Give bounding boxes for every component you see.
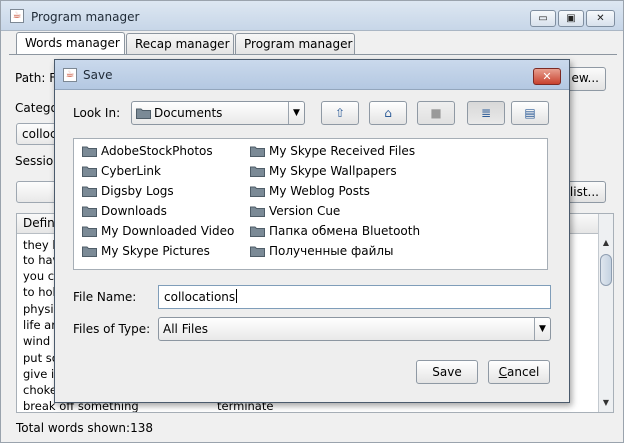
list-item[interactable]: CyberLink: [79, 162, 161, 180]
dialog-title: Save: [83, 68, 113, 82]
column-header-definition[interactable]: Defini: [23, 214, 58, 233]
cancel-button[interactable]: Cancel: [488, 360, 550, 384]
scroll-thumb[interactable]: [600, 254, 612, 286]
list-item[interactable]: My Downloaded Video: [79, 222, 234, 240]
list-item[interactable]: Папка обмена Bluetooth: [247, 222, 420, 240]
folder-icon: [82, 205, 97, 217]
up-arrow-icon: ⇧: [334, 106, 346, 120]
list-item[interactable]: My Skype Wallpapers: [247, 162, 397, 180]
minimize-button[interactable]: ▭: [530, 10, 556, 27]
session-combo[interactable]: [16, 181, 58, 203]
up-folder-button[interactable]: ⇧: [321, 101, 359, 125]
list-item[interactable]: My Skype Pictures: [79, 242, 210, 260]
tab-program-manager[interactable]: Program manager: [235, 33, 355, 55]
dialog-titlebar[interactable]: ☕ Save ✕: [55, 60, 569, 90]
cancel-mnemonic: C: [498, 365, 508, 379]
list-view-icon: ≣: [480, 106, 492, 120]
table-vertical-scrollbar[interactable]: ▲ ▼: [598, 214, 613, 412]
folder-icon: [250, 245, 265, 257]
folder-icon: [136, 107, 151, 119]
list-item[interactable]: Downloads: [79, 202, 167, 220]
folder-icon: [82, 245, 97, 257]
home-button[interactable]: ⌂: [369, 101, 407, 125]
folder-icon: [250, 145, 265, 157]
list-item[interactable]: Полученные файлы: [247, 242, 394, 260]
java-app-icon: ☕: [10, 9, 24, 23]
path-label: Path: F:: [15, 71, 60, 85]
file-name-label: File Name:: [73, 290, 137, 304]
file-name-input[interactable]: collocations: [158, 285, 551, 309]
look-in-label: Look In:: [73, 106, 121, 120]
dialog-close-button[interactable]: ✕: [533, 68, 561, 85]
details-view-icon: ▤: [524, 106, 536, 120]
file-name-value: collocations: [164, 290, 236, 304]
look-in-value: Documents: [154, 106, 223, 120]
files-of-type-label: Files of Type:: [73, 322, 151, 336]
list-item[interactable]: Version Cue: [247, 202, 340, 220]
new-folder-icon: ■: [430, 106, 442, 120]
list-item[interactable]: My Skype Received Files: [247, 142, 415, 160]
new-folder-button[interactable]: ■: [417, 101, 455, 125]
folder-icon: [250, 205, 265, 217]
status-total-words: Total words shown:138: [16, 421, 153, 435]
session-label: Sessio: [15, 154, 54, 168]
list-view-button[interactable]: ≣: [467, 101, 505, 125]
look-in-combo[interactable]: Documents ▼: [131, 101, 305, 125]
list-item[interactable]: My Weblog Posts: [247, 182, 370, 200]
list-item[interactable]: AdobeStockPhotos: [79, 142, 213, 160]
folder-icon: [82, 225, 97, 237]
chevron-down-icon[interactable]: ▼: [534, 318, 550, 340]
files-of-type-value: All Files: [163, 322, 209, 336]
cancel-label-rest: ancel: [507, 365, 540, 379]
close-button[interactable]: ✕: [586, 10, 615, 27]
chevron-down-icon[interactable]: ▼: [288, 102, 304, 124]
scroll-down-icon[interactable]: ▼: [599, 396, 613, 410]
details-view-button[interactable]: ▤: [511, 101, 549, 125]
category-combo[interactable]: colloc: [16, 123, 58, 145]
java-app-icon: ☕: [63, 68, 77, 82]
list-item[interactable]: Digsby Logs: [79, 182, 174, 200]
tab-recap-manager[interactable]: Recap manager: [126, 33, 234, 55]
save-button[interactable]: Save: [416, 360, 478, 384]
text-caret: [236, 289, 238, 303]
folder-icon: [250, 225, 265, 237]
home-icon: ⌂: [384, 106, 392, 120]
files-of-type-combo[interactable]: All Files ▼: [158, 317, 551, 341]
maximize-button[interactable]: ▣: [558, 10, 584, 27]
save-dialog: ☕ Save ✕ Look In: Documents ▼ ⇧ ⌂ ■ ≣ ▤ …: [54, 59, 570, 403]
window-titlebar[interactable]: ☕ Program manager ▭ ▣ ✕: [1, 1, 623, 31]
tab-divider: [9, 54, 617, 55]
tab-words-manager[interactable]: Words manager: [16, 32, 125, 55]
folder-icon: [82, 165, 97, 177]
folder-icon: [250, 165, 265, 177]
scroll-up-icon[interactable]: ▲: [599, 236, 613, 250]
folder-icon: [250, 185, 265, 197]
file-list[interactable]: AdobeStockPhotos CyberLink Digsby Logs D…: [73, 138, 548, 270]
folder-icon: [82, 185, 97, 197]
folder-icon: [82, 145, 97, 157]
category-label: Catego: [15, 101, 58, 115]
window-title: Program manager: [31, 10, 140, 24]
